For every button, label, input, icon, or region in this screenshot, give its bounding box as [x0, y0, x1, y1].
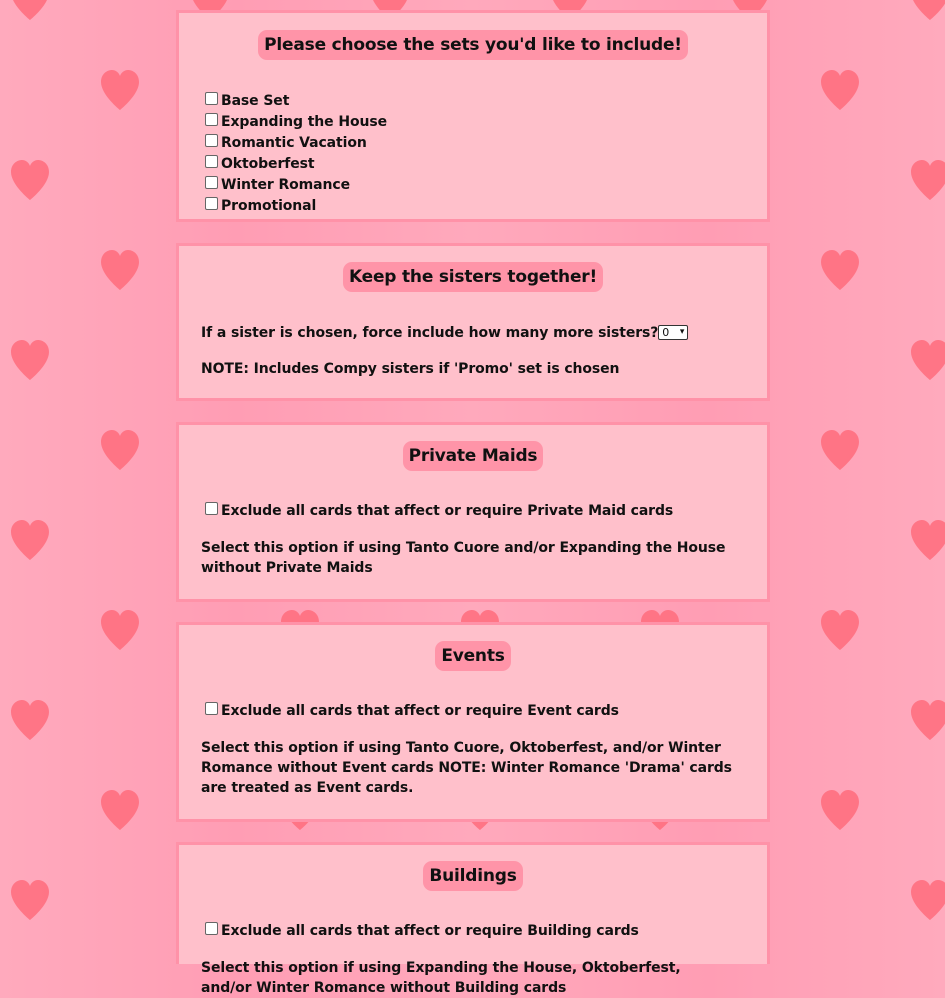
heart-icon: [11, 700, 49, 740]
heart-icon: [101, 70, 139, 110]
events-panel: Events Exclude all cards that affect or …: [176, 622, 770, 822]
events-description: Select this option if using Tanto Cuore,…: [201, 740, 732, 796]
romantic-checkbox[interactable]: [205, 133, 218, 147]
exclude-buildings-option[interactable]: Exclude all cards that affect or require…: [205, 921, 639, 939]
sisters-question-row: If a sister is chosen, force include how…: [201, 323, 767, 343]
private-maids-title: Private Maids: [402, 441, 544, 471]
heart-icon: [911, 520, 945, 560]
select-value: 0: [662, 325, 670, 339]
sisters-question: If a sister is chosen, force include how…: [201, 325, 659, 341]
buildings-panel: Buildings Exclude all cards that affect …: [176, 842, 770, 996]
heart-icon: [101, 790, 139, 830]
sisters-note: NOTE: Includes Compy sisters if 'Promo' …: [201, 361, 620, 377]
set-option-label: Winter Romance: [221, 177, 350, 193]
heart-icon: [13, 0, 47, 20]
sisters-count-select[interactable]: 0 ▾: [658, 324, 689, 340]
winter-checkbox[interactable]: [205, 175, 218, 189]
set-option-base[interactable]: Base Set: [205, 91, 290, 109]
heart-icon: [821, 250, 859, 290]
heart-icon: [11, 520, 49, 560]
exclude-private-maids-checkbox[interactable]: [205, 501, 218, 515]
sets-panel-title: Please choose the sets you'd like to inc…: [258, 30, 688, 60]
exclude-events-label: Exclude all cards that affect or require…: [221, 703, 619, 719]
set-option-romantic[interactable]: Romantic Vacation: [205, 133, 367, 151]
promotional-checkbox[interactable]: [205, 196, 218, 210]
expanding-checkbox[interactable]: [205, 112, 218, 126]
heart-icon: [11, 880, 49, 920]
set-option-oktoberfest[interactable]: Oktoberfest: [205, 154, 315, 172]
heart-icon: [821, 610, 859, 650]
set-option-label: Expanding the House: [221, 114, 387, 130]
private-maids-panel: Private Maids Exclude all cards that aff…: [176, 422, 770, 602]
sisters-panel: Keep the sisters together! If a sister i…: [176, 243, 770, 401]
sisters-panel-title: Keep the sisters together!: [342, 262, 604, 292]
heart-icon: [101, 430, 139, 470]
set-option-promotional[interactable]: Promotional: [205, 196, 317, 214]
buildings-description: Select this option if using Expanding th…: [201, 960, 681, 996]
heart-icon: [11, 340, 49, 380]
heart-icon: [821, 790, 859, 830]
chevron-down-icon: ▾: [679, 326, 685, 337]
exclude-buildings-label: Exclude all cards that affect or require…: [221, 923, 639, 939]
heart-icon: [913, 0, 945, 20]
exclude-private-maids-option[interactable]: Exclude all cards that affect or require…: [205, 501, 674, 519]
heart-icon: [911, 700, 945, 740]
heart-icon: [101, 250, 139, 290]
exclude-events-checkbox[interactable]: [205, 701, 218, 715]
heart-icon: [911, 160, 945, 200]
sets-panel: Please choose the sets you'd like to inc…: [176, 10, 770, 222]
set-option-label: Romantic Vacation: [221, 135, 367, 151]
heart-icon: [821, 70, 859, 110]
exclude-events-option[interactable]: Exclude all cards that affect or require…: [205, 701, 619, 719]
events-title: Events: [435, 641, 511, 671]
set-option-label: Base Set: [221, 93, 290, 109]
exclude-private-maids-label: Exclude all cards that affect or require…: [221, 503, 674, 519]
base-set-checkbox[interactable]: [205, 91, 218, 105]
set-option-expanding[interactable]: Expanding the House: [205, 112, 387, 130]
heart-icon: [911, 880, 945, 920]
heart-icon: [821, 430, 859, 470]
exclude-buildings-checkbox[interactable]: [205, 921, 218, 935]
private-maids-description: Select this option if using Tanto Cuore …: [201, 540, 726, 576]
heart-icon: [911, 340, 945, 380]
set-option-label: Promotional: [221, 198, 317, 214]
heart-icon: [11, 160, 49, 200]
buildings-title: Buildings: [423, 861, 523, 891]
set-option-winter[interactable]: Winter Romance: [205, 175, 350, 193]
set-option-label: Oktoberfest: [221, 156, 315, 172]
oktoberfest-checkbox[interactable]: [205, 154, 218, 168]
heart-icon: [101, 610, 139, 650]
